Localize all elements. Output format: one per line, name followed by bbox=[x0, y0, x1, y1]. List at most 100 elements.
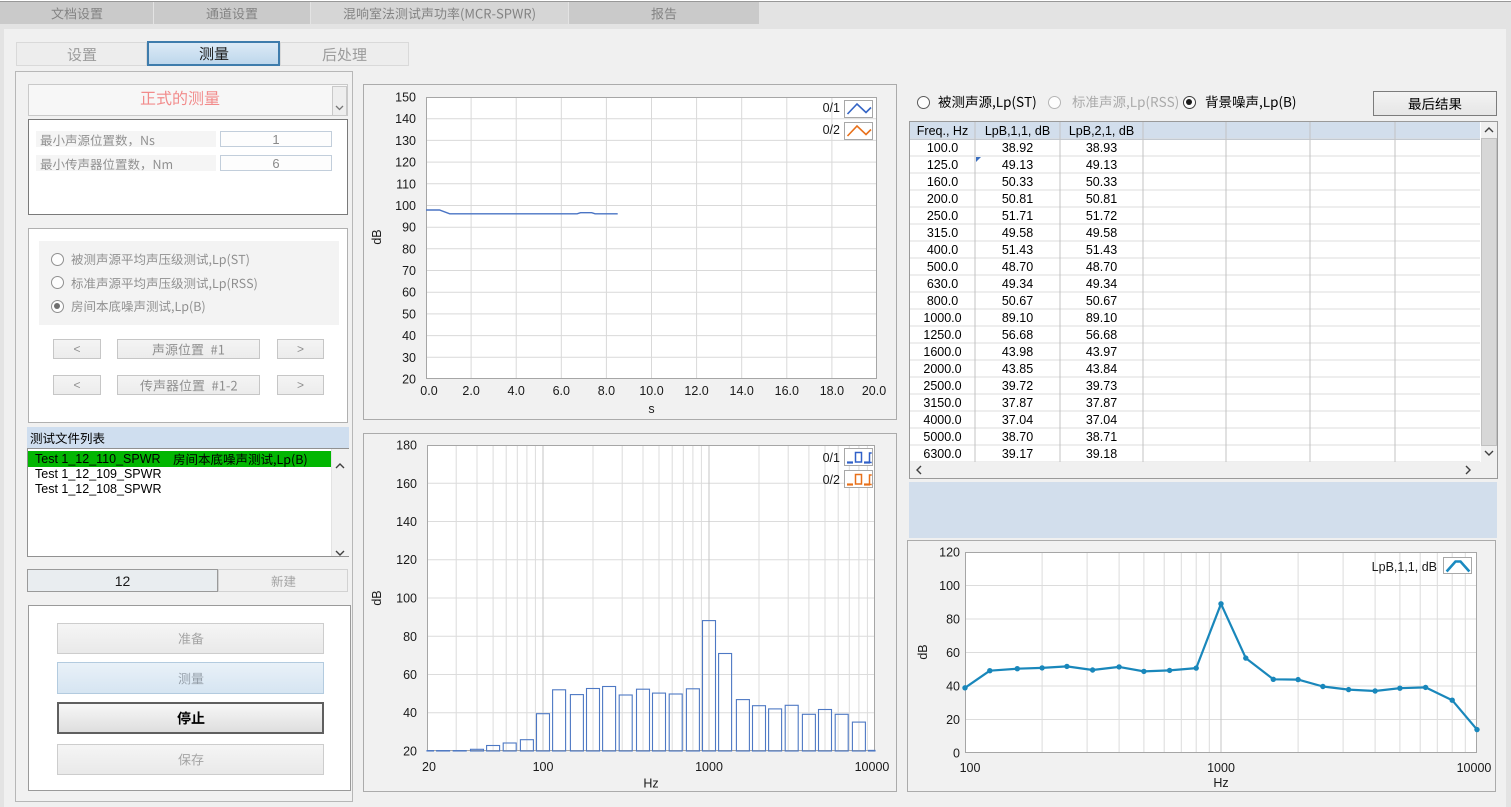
svg-text:89.10: 89.10 bbox=[1086, 311, 1117, 325]
svg-text:51.72: 51.72 bbox=[1086, 209, 1117, 223]
svg-text:130: 130 bbox=[395, 134, 416, 148]
svg-text:LpB,1,1, dB: LpB,1,1, dB bbox=[1372, 560, 1437, 574]
svg-text:4.0: 4.0 bbox=[508, 384, 525, 398]
svg-text:49.34: 49.34 bbox=[1086, 277, 1117, 291]
svg-text:0: 0 bbox=[953, 747, 960, 761]
svg-text:1600.0: 1600.0 bbox=[923, 345, 961, 359]
svg-text:6.0: 6.0 bbox=[553, 384, 570, 398]
svg-text:120: 120 bbox=[395, 156, 416, 170]
svg-text:2500.0: 2500.0 bbox=[923, 379, 961, 393]
svg-text:100: 100 bbox=[396, 592, 417, 606]
svg-text:10.0: 10.0 bbox=[639, 384, 663, 398]
svg-text:20: 20 bbox=[422, 760, 436, 774]
svg-text:0/2: 0/2 bbox=[823, 473, 840, 487]
svg-text:56.68: 56.68 bbox=[1002, 328, 1033, 342]
svg-text:100: 100 bbox=[939, 579, 960, 593]
svg-text:43.98: 43.98 bbox=[1002, 345, 1033, 359]
svg-text:40: 40 bbox=[403, 706, 417, 720]
svg-text:90: 90 bbox=[402, 221, 416, 235]
svg-text:20: 20 bbox=[402, 373, 416, 387]
svg-text:1250.0: 1250.0 bbox=[923, 328, 961, 342]
svg-text:180: 180 bbox=[396, 439, 417, 453]
svg-text:dB: dB bbox=[370, 590, 384, 605]
svg-text:1000: 1000 bbox=[695, 760, 723, 774]
svg-text:37.87: 37.87 bbox=[1002, 396, 1033, 410]
svg-text:18.0: 18.0 bbox=[820, 384, 844, 398]
svg-text:100: 100 bbox=[960, 761, 981, 775]
svg-text:43.85: 43.85 bbox=[1002, 362, 1033, 376]
svg-text:38.70: 38.70 bbox=[1002, 430, 1033, 444]
svg-text:150: 150 bbox=[395, 91, 416, 105]
svg-text:125.0: 125.0 bbox=[927, 158, 958, 172]
svg-text:3150.0: 3150.0 bbox=[923, 396, 961, 410]
svg-text:80: 80 bbox=[946, 613, 960, 627]
svg-text:20.0: 20.0 bbox=[862, 384, 886, 398]
svg-text:Freq., Hz: Freq., Hz bbox=[917, 124, 968, 138]
svg-text:49.13: 49.13 bbox=[1086, 158, 1117, 172]
svg-text:60: 60 bbox=[403, 668, 417, 682]
svg-text:LpB,1,1, dB: LpB,1,1, dB bbox=[985, 124, 1050, 138]
svg-text:200.0: 200.0 bbox=[927, 192, 958, 206]
svg-text:50.33: 50.33 bbox=[1086, 175, 1117, 189]
svg-text:s: s bbox=[648, 402, 654, 416]
svg-text:51.43: 51.43 bbox=[1086, 243, 1117, 257]
svg-text:6300.0: 6300.0 bbox=[923, 447, 961, 461]
svg-text:0/1: 0/1 bbox=[823, 451, 840, 465]
svg-text:60: 60 bbox=[946, 646, 960, 660]
svg-text:50.81: 50.81 bbox=[1086, 192, 1117, 206]
svg-text:0/2: 0/2 bbox=[823, 123, 840, 137]
svg-text:70: 70 bbox=[402, 264, 416, 278]
svg-text:50.67: 50.67 bbox=[1002, 294, 1033, 308]
svg-text:dB: dB bbox=[370, 229, 384, 244]
svg-text:10000: 10000 bbox=[1457, 761, 1492, 775]
svg-text:38.93: 38.93 bbox=[1086, 141, 1117, 155]
svg-text:80: 80 bbox=[402, 242, 416, 256]
svg-text:140: 140 bbox=[396, 515, 417, 529]
svg-text:Hz: Hz bbox=[643, 777, 658, 791]
svg-text:51.43: 51.43 bbox=[1002, 243, 1033, 257]
svg-text:43.97: 43.97 bbox=[1086, 345, 1117, 359]
svg-text:37.04: 37.04 bbox=[1086, 413, 1117, 427]
svg-text:48.70: 48.70 bbox=[1002, 260, 1033, 274]
svg-text:60: 60 bbox=[402, 286, 416, 300]
svg-text:120: 120 bbox=[396, 553, 417, 567]
svg-text:50: 50 bbox=[402, 307, 416, 321]
svg-text:400.0: 400.0 bbox=[927, 243, 958, 257]
svg-text:8.0: 8.0 bbox=[598, 384, 615, 398]
svg-text:37.04: 37.04 bbox=[1002, 413, 1033, 427]
svg-text:16.0: 16.0 bbox=[775, 384, 799, 398]
svg-text:1000.0: 1000.0 bbox=[923, 311, 961, 325]
svg-text:12.0: 12.0 bbox=[684, 384, 708, 398]
svg-text:39.17: 39.17 bbox=[1002, 447, 1033, 461]
svg-text:39.73: 39.73 bbox=[1086, 379, 1117, 393]
svg-text:10000: 10000 bbox=[855, 760, 890, 774]
svg-text:5000.0: 5000.0 bbox=[923, 430, 961, 444]
svg-text:630.0: 630.0 bbox=[927, 277, 958, 291]
svg-text:LpB,2,1, dB: LpB,2,1, dB bbox=[1069, 124, 1134, 138]
svg-text:160: 160 bbox=[396, 477, 417, 491]
svg-text:89.10: 89.10 bbox=[1002, 311, 1033, 325]
svg-text:49.13: 49.13 bbox=[1002, 158, 1033, 172]
svg-text:43.84: 43.84 bbox=[1086, 362, 1117, 376]
svg-text:38.71: 38.71 bbox=[1086, 430, 1117, 444]
svg-text:30: 30 bbox=[402, 351, 416, 365]
svg-text:14.0: 14.0 bbox=[730, 384, 754, 398]
svg-text:500.0: 500.0 bbox=[927, 260, 958, 274]
svg-text:250.0: 250.0 bbox=[927, 209, 958, 223]
svg-text:2.0: 2.0 bbox=[462, 384, 479, 398]
svg-text:0/1: 0/1 bbox=[823, 101, 840, 115]
svg-text:0.0: 0.0 bbox=[420, 384, 437, 398]
svg-text:51.71: 51.71 bbox=[1002, 209, 1033, 223]
svg-text:dB: dB bbox=[916, 644, 930, 659]
svg-text:160.0: 160.0 bbox=[927, 175, 958, 189]
svg-text:40: 40 bbox=[402, 329, 416, 343]
svg-text:48.70: 48.70 bbox=[1086, 260, 1117, 274]
svg-text:100: 100 bbox=[395, 199, 416, 213]
svg-text:1000: 1000 bbox=[1207, 761, 1235, 775]
svg-text:49.58: 49.58 bbox=[1002, 226, 1033, 240]
svg-text:100.0: 100.0 bbox=[927, 141, 958, 155]
svg-text:49.58: 49.58 bbox=[1086, 226, 1117, 240]
svg-text:800.0: 800.0 bbox=[927, 294, 958, 308]
svg-text:39.72: 39.72 bbox=[1002, 379, 1033, 393]
svg-text:50.67: 50.67 bbox=[1086, 294, 1117, 308]
